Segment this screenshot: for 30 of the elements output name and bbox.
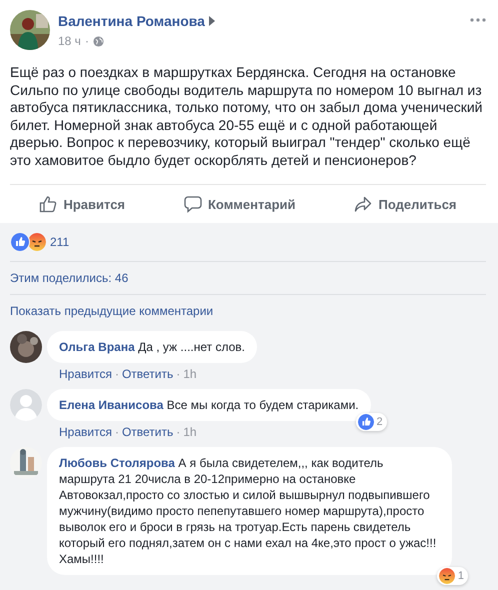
default-avatar-icon [10, 389, 42, 421]
comment-action-link[interactable]: Ответить [122, 425, 174, 439]
separator-dot: · [176, 425, 180, 439]
triangle-icon [208, 16, 215, 26]
comment-text: Ольга Врана Да , уж ....нет слов. [59, 339, 246, 355]
separator-dot: · [114, 425, 119, 439]
share-arrow-icon [354, 195, 372, 213]
post-text: Ещё раз о поездках в маршрутках Бердянска. Сегодня на остановке Сильпо по улице свободы водитель маршрута по номером 10 выгнал из автобуса пятиклассника, только потому, что он забыл дома ученический билет. Номерной знак автобуса 20-55 ещё и с одной работающей дверью. Вопрос к перевозчику, который выиграл "тендер" сколько ещё это хамовитое быдло будет оскорблять детей и пенсионеров? [10, 64, 484, 169]
angry-reaction-icon [27, 232, 47, 252]
comment-action-link[interactable]: Нравится [59, 367, 112, 381]
comment-button[interactable]: Комментарий [174, 189, 306, 219]
separator-dot: · [176, 367, 180, 381]
like-button[interactable]: Нравится [29, 189, 136, 219]
comment-text: Любовь Столярова А я была свидетелем,,, как водитель маршрута 21 20числа в 20-12примерно на остановке Автовокзал,просто со злостью и силой вышвырнул подвыпившего мужчину(видимо просто пепепутавшего номер маршрута),просто выволок его и броси в грязь на тротуар.Есть парень свидетель который его поднял,затем он с нами ехал на 4ке,это прост о ужас!!!Хамы!!!! [59, 455, 438, 567]
shares-count[interactable]: Этим поделились: 46 [10, 271, 128, 285]
speech-bubble-icon [184, 195, 202, 213]
author-name[interactable]: Валентина Романова [58, 13, 205, 29]
separator-dot: · [114, 367, 119, 381]
comment-text: Елена Иванисова Все мы когда то будем стариками. [59, 397, 359, 413]
more-options-icon[interactable] [470, 18, 486, 22]
reaction-count[interactable]: 211 [50, 235, 70, 249]
separator-dot: · [84, 34, 89, 48]
like-reaction-icon [10, 232, 30, 252]
comment-action-link[interactable]: Нравится [59, 425, 112, 439]
globe-icon [92, 36, 104, 46]
thumbs-up-icon [39, 195, 58, 213]
show-previous-comments-link[interactable]: Показать предыдущие комментарии [10, 304, 214, 318]
angry-reaction-icon [438, 568, 455, 584]
share-button[interactable]: Поделиться [344, 189, 467, 219]
comment-action-link[interactable]: Ответить [122, 367, 174, 381]
